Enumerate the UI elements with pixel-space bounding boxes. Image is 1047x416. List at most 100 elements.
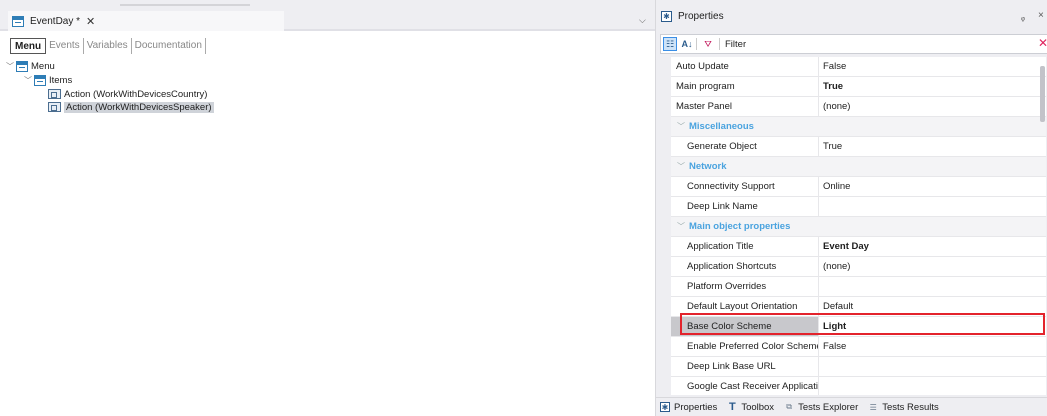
tree-node-label: Action (WorkWithDevicesCountry) <box>64 88 208 100</box>
property-name: Application Shortcuts <box>671 257 819 276</box>
property-name: Generate Object <box>671 137 819 156</box>
tree-node-menu[interactable]: ﹀ Menu <box>6 60 55 72</box>
document-well-strip <box>0 0 655 11</box>
property-value[interactable] <box>820 277 1046 296</box>
part-tabs: Menu Events Variables Documentation <box>10 38 206 54</box>
properties-toolbar: ☷ A↓ ⛛ Filter ✕ <box>660 34 1047 54</box>
tab-properties[interactable]: ✱ Properties <box>660 402 717 413</box>
pin-icon[interactable]: ᵩ <box>1021 12 1025 22</box>
chevron-down-icon[interactable]: ⌵ <box>639 15 646 26</box>
chevron-down-icon[interactable]: ﹀ <box>677 222 685 231</box>
property-row[interactable]: Main program True <box>671 77 1046 97</box>
property-value[interactable]: Event Day <box>820 237 1046 256</box>
property-category-row[interactable]: ﹀ Miscellaneous <box>671 117 1046 137</box>
action-icon <box>48 89 61 99</box>
tab-label: Toolbox <box>741 401 775 413</box>
tab-label: Tests Results <box>882 401 939 413</box>
toolbox-icon: T <box>728 401 736 413</box>
tab-documentation[interactable]: Documentation <box>132 38 206 54</box>
property-row[interactable]: Auto Update False <box>671 57 1046 77</box>
tree-node-action[interactable]: Action (WorkWithDevicesCountry) <box>48 88 207 100</box>
tests-results-icon: ☰ <box>869 402 877 412</box>
panel-bottom-tabs: ✱ Properties T Toolbox ⧉ Tests Explorer … <box>656 397 1047 416</box>
property-name: Master Panel <box>671 97 819 116</box>
property-row[interactable]: Deep Link Base URL <box>671 357 1046 377</box>
highlight-annotation <box>680 313 1045 335</box>
property-name: Enable Preferred Color Scheme <box>671 337 819 356</box>
property-row[interactable]: Generate Object True <box>671 137 1046 157</box>
items-folder-icon <box>34 74 46 86</box>
menu-object-icon <box>16 60 28 72</box>
property-name: Connectivity Support <box>671 177 819 196</box>
category-name: Main object properties <box>689 221 791 232</box>
category-name: Miscellaneous <box>689 121 754 132</box>
property-value[interactable]: True <box>820 137 1046 156</box>
document-tab-eventday[interactable]: EventDay * ✕ <box>8 11 284 31</box>
properties-title-bar: ✱ Properties ᵩ × <box>656 0 1047 32</box>
chevron-down-icon[interactable]: ﹀ <box>677 162 685 171</box>
tree-node-label: Items <box>49 74 73 86</box>
category-label: ﹀ Miscellaneous <box>671 117 1046 136</box>
action-icon <box>48 102 61 112</box>
property-category-row[interactable]: ﹀ Network <box>671 157 1046 177</box>
tree-node-items[interactable]: ﹀ Items <box>24 74 72 86</box>
document-tab-bar: EventDay * ✕ ⌵ <box>0 11 655 31</box>
property-value[interactable]: (none) <box>820 97 1046 116</box>
property-value[interactable] <box>820 197 1046 216</box>
properties-panel: ✱ Properties ᵩ × ☷ A↓ ⛛ Filter ✕ Auto Up… <box>655 0 1047 416</box>
property-row[interactable]: Enable Preferred Color Scheme False <box>671 337 1046 357</box>
property-name: Deep Link Base URL <box>671 357 819 376</box>
filter-icon[interactable]: ⛛ <box>701 37 715 51</box>
property-name: Auto Update <box>671 57 819 76</box>
close-icon[interactable]: × <box>1038 10 1044 21</box>
property-value[interactable] <box>820 377 1046 395</box>
property-category-row[interactable]: ﹀ Main object properties <box>671 217 1046 237</box>
alphabetical-sort-icon[interactable]: A↓ <box>680 37 694 51</box>
tree-node-label: Menu <box>31 60 55 72</box>
panel-title: Properties <box>678 11 724 22</box>
property-name: Application Title <box>671 237 819 256</box>
property-row[interactable]: Master Panel (none) <box>671 97 1046 117</box>
filter-input[interactable]: Filter <box>725 39 746 50</box>
tests-explorer-icon: ⧉ <box>786 402 792 411</box>
property-grid: Auto Update False Main program True Master P… <box>671 57 1046 395</box>
tab-label: Properties <box>674 401 718 413</box>
tab-tests-explorer[interactable]: ⧉ Tests Explorer <box>784 402 858 413</box>
property-row[interactable]: Google Cast Receiver Applicatic <box>671 377 1046 395</box>
categorized-view-icon[interactable]: ☷ <box>663 37 677 51</box>
category-label: ﹀ Main object properties <box>671 217 1046 236</box>
category-label: ﹀ Network <box>671 157 1046 176</box>
property-row[interactable]: Application Title Event Day <box>671 237 1046 257</box>
property-row[interactable]: Deep Link Name <box>671 197 1046 217</box>
drag-grip[interactable] <box>120 4 250 6</box>
tab-tests-results[interactable]: ☰ Tests Results <box>868 402 939 413</box>
property-value[interactable]: (none) <box>820 257 1046 276</box>
close-icon[interactable]: ✕ <box>86 15 95 28</box>
chevron-down-icon[interactable]: ﹀ <box>677 122 685 131</box>
property-name: Deep Link Name <box>671 197 819 216</box>
gear-icon: ✱ <box>661 11 672 22</box>
document-tab-title: EventDay * <box>30 15 81 27</box>
menu-object-icon <box>12 15 24 27</box>
tree-node-label: Action (WorkWithDevicesSpeaker) <box>64 101 214 113</box>
category-name: Network <box>689 161 727 172</box>
clear-filter-icon[interactable]: ✕ <box>1038 36 1047 50</box>
property-row[interactable]: Platform Overrides <box>671 277 1046 297</box>
tab-events[interactable]: Events <box>46 38 84 54</box>
tab-toolbox[interactable]: T Toolbox <box>727 401 775 413</box>
toolbar-divider <box>719 38 720 50</box>
property-value[interactable]: True <box>820 77 1046 96</box>
tab-label: Tests Explorer <box>798 401 859 413</box>
property-value[interactable]: False <box>820 337 1046 356</box>
property-value[interactable] <box>820 357 1046 376</box>
property-value[interactable]: False <box>820 57 1046 76</box>
property-value[interactable]: Online <box>820 177 1046 196</box>
tree-node-action-selected[interactable]: Action (WorkWithDevicesSpeaker) <box>48 101 214 113</box>
tab-menu[interactable]: Menu <box>10 38 47 54</box>
tab-variables[interactable]: Variables <box>84 38 132 54</box>
property-row[interactable]: Application Shortcuts (none) <box>671 257 1046 277</box>
chevron-down-icon[interactable]: ﹀ <box>6 61 16 72</box>
property-row[interactable]: Connectivity Support Online <box>671 177 1046 197</box>
property-grid-scrollbar[interactable] <box>1040 66 1045 122</box>
chevron-down-icon[interactable]: ﹀ <box>24 75 34 86</box>
